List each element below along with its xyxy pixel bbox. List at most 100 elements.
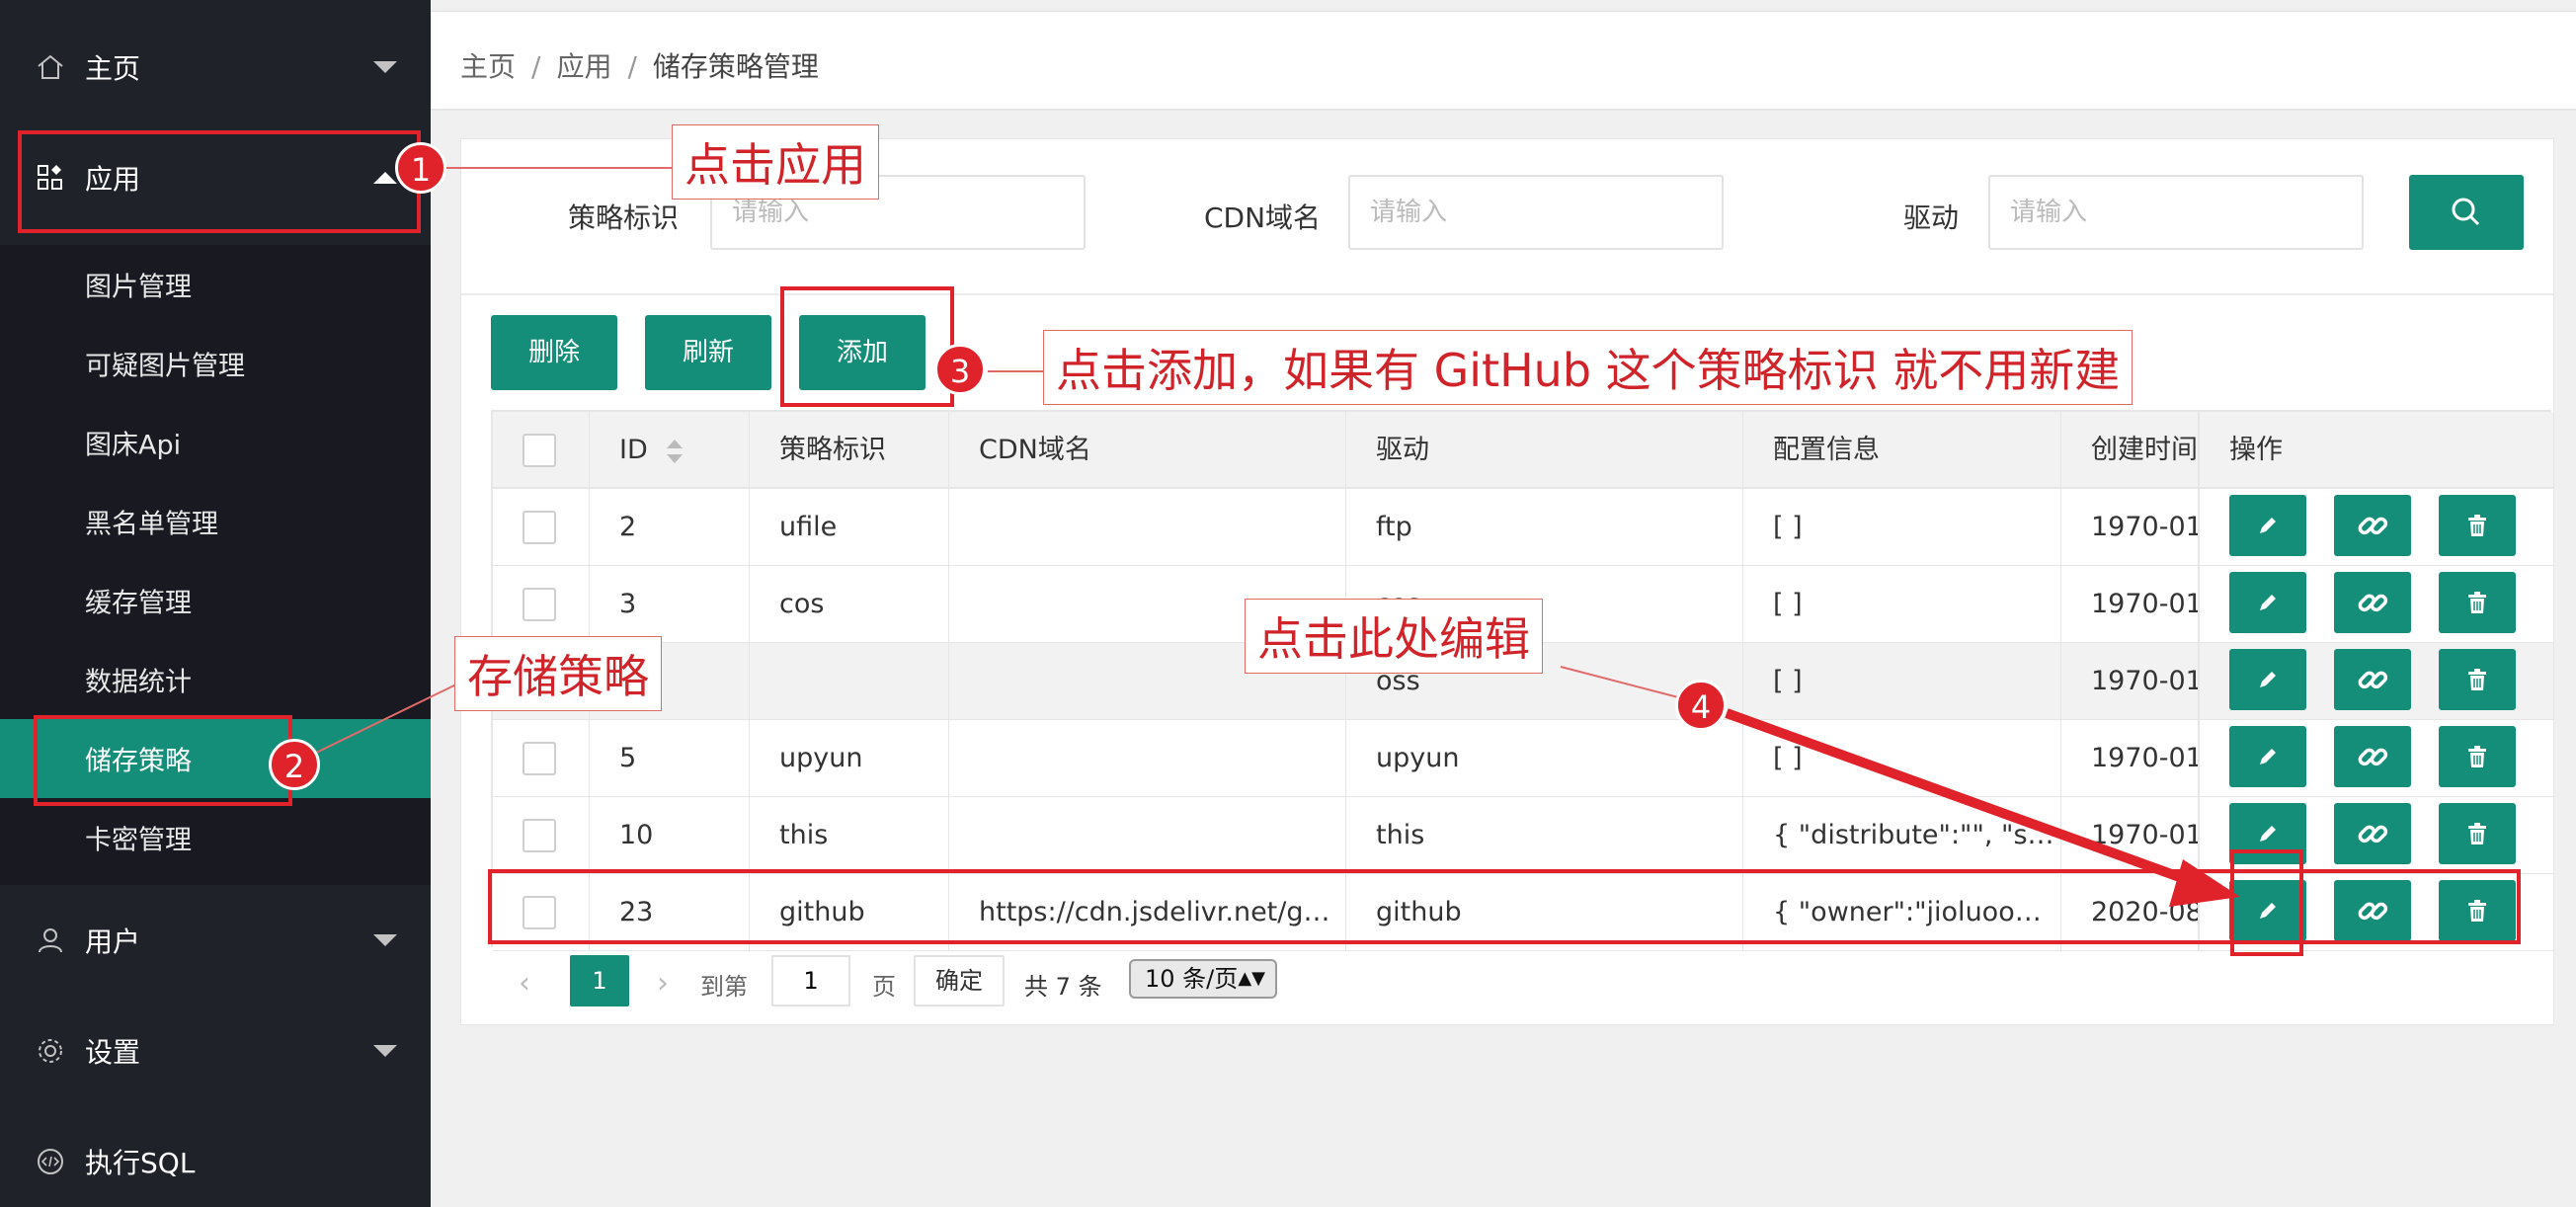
cell-cdn	[949, 489, 1346, 565]
header-id-label: ID	[619, 435, 648, 465]
edit-button[interactable]	[2229, 649, 2306, 710]
edit-button[interactable]	[2229, 495, 2306, 556]
nav-sql-label: 执行SQL	[85, 1147, 196, 1179]
link-button[interactable]	[2334, 649, 2411, 710]
prev-page-icon[interactable]: ‹	[519, 969, 538, 999]
goto-page-input[interactable]	[771, 955, 850, 1006]
cell-config: [ ]	[1743, 566, 2061, 642]
link-button[interactable]	[2334, 495, 2411, 556]
trash-icon	[2468, 746, 2486, 767]
row-checkbox[interactable]	[523, 511, 556, 544]
highlight-edit	[2230, 849, 2303, 956]
total-count: 共 7 条	[1024, 973, 1102, 1001]
delete-row-button[interactable]	[2439, 495, 2516, 556]
search-button[interactable]	[2409, 175, 2524, 250]
row-checkbox[interactable]	[523, 742, 556, 775]
table-header: ID 策略标识 CDN域名 驱动 配置信息 创建时间 操作	[493, 412, 2553, 489]
nav-home-label: 主页	[85, 52, 141, 85]
driver-input[interactable]	[1988, 175, 2364, 250]
edit-button[interactable]	[2229, 726, 2306, 787]
nav-sql[interactable]: 执行SQL	[0, 1106, 431, 1207]
cell-id: 3	[590, 566, 750, 642]
table-row: 5 upyun upyun[ ] 1970-01	[493, 720, 2553, 797]
header: 主页 / 应用 / 储存策略管理	[431, 0, 2576, 111]
delete-row-button[interactable]	[2439, 803, 2516, 864]
cell-created: 1970-01	[2061, 643, 2200, 719]
trash-icon	[2468, 592, 2486, 613]
link-button[interactable]	[2334, 572, 2411, 633]
cell-driver: ftp	[1346, 489, 1743, 565]
sidebar-item-suspicious-images[interactable]: 可疑图片管理	[0, 324, 431, 403]
cell-key: this	[750, 797, 949, 873]
header-strip	[431, 0, 2576, 12]
page-unit-label: 页	[872, 973, 896, 1001]
row-ops	[2198, 643, 2553, 719]
sidebar-item-label: 卡密管理	[85, 825, 192, 856]
step-badge-2: 2	[269, 739, 320, 790]
gear-icon	[39, 1039, 62, 1063]
cell-cdn	[949, 797, 1346, 873]
sidebar-item-blacklist[interactable]: 黑名单管理	[0, 482, 431, 561]
nav-home[interactable]: 主页	[0, 12, 431, 122]
row-ops	[2198, 566, 2553, 642]
cell-config: [ ]	[1743, 489, 2061, 565]
link-icon	[2358, 517, 2388, 535]
delete-button[interactable]: 删除	[491, 315, 617, 390]
header-id[interactable]: ID	[590, 412, 750, 487]
delete-row-button[interactable]	[2439, 649, 2516, 710]
nav-user-label: 用户	[85, 925, 141, 958]
row-ops	[2198, 489, 2553, 565]
trash-icon	[2468, 515, 2486, 536]
goto-confirm-button[interactable]: 确定	[914, 955, 1005, 1006]
sidebar-item-cache[interactable]: 缓存管理	[0, 561, 431, 640]
highlight-storage	[34, 715, 292, 806]
row-checkbox[interactable]	[523, 819, 556, 852]
next-page-icon[interactable]: ›	[657, 969, 677, 999]
cell-created: 1970-01	[2061, 797, 2200, 873]
cdn-input[interactable]	[1348, 175, 1724, 250]
edit-icon	[2260, 518, 2276, 533]
cell-key: ufile	[750, 489, 949, 565]
page-current[interactable]: 1	[570, 955, 629, 1006]
row-checkbox[interactable]	[523, 588, 556, 621]
chevron-down-icon	[373, 1045, 397, 1057]
sidebar-item-image-manage[interactable]: 图片管理	[0, 245, 431, 324]
header-driver: 驱动	[1346, 412, 1743, 487]
link-button[interactable]	[2334, 803, 2411, 864]
select-all-checkbox[interactable]	[523, 434, 556, 467]
link-icon	[2358, 671, 2388, 689]
cell-config: [ ]	[1743, 720, 2061, 796]
header-cdn: CDN域名	[949, 412, 1346, 487]
row-select-cell	[493, 720, 590, 796]
sidebar-item-card-keys[interactable]: 卡密管理	[0, 798, 431, 877]
breadcrumb-app[interactable]: 应用	[556, 50, 611, 83]
link-icon	[2358, 748, 2388, 766]
sidebar-item-label: 黑名单管理	[85, 509, 218, 540]
cell-config: { "distribute":"", "s…	[1743, 797, 2061, 873]
breadcrumb-home[interactable]: 主页	[460, 50, 516, 83]
nav-settings[interactable]: 设置	[0, 996, 431, 1106]
cell-created: 1970-01	[2061, 566, 2200, 642]
nav-user[interactable]: 用户	[0, 885, 431, 996]
breadcrumb-current: 储存策略管理	[652, 50, 819, 83]
sidebar-item-api[interactable]: 图床Api	[0, 403, 431, 482]
sort-icon	[667, 440, 683, 463]
sidebar-item-stats[interactable]: 数据统计	[0, 640, 431, 719]
cell-cdn	[949, 720, 1346, 796]
refresh-button[interactable]: 刷新	[645, 315, 771, 390]
link-button[interactable]	[2334, 726, 2411, 787]
page-size-select[interactable]: 10 条/页 ▲▼	[1129, 959, 1277, 999]
cell-created: 1970-01	[2061, 489, 2200, 565]
cdn-label: CDN域名	[1204, 201, 1322, 234]
header-ops: 操作	[2229, 435, 2283, 465]
edit-button[interactable]	[2229, 572, 2306, 633]
delete-row-button[interactable]	[2439, 572, 2516, 633]
sidebar-item-label: 可疑图片管理	[85, 351, 245, 382]
callout-click-add: 点击添加，如果有 GitHub 这个策略标识 就不用新建	[1043, 330, 2133, 405]
edit-icon	[2260, 826, 2276, 842]
trash-icon	[2468, 823, 2486, 845]
link-icon	[2358, 594, 2388, 612]
edit-icon	[2260, 595, 2276, 610]
search-icon	[2452, 198, 2480, 226]
delete-row-button[interactable]	[2439, 726, 2516, 787]
